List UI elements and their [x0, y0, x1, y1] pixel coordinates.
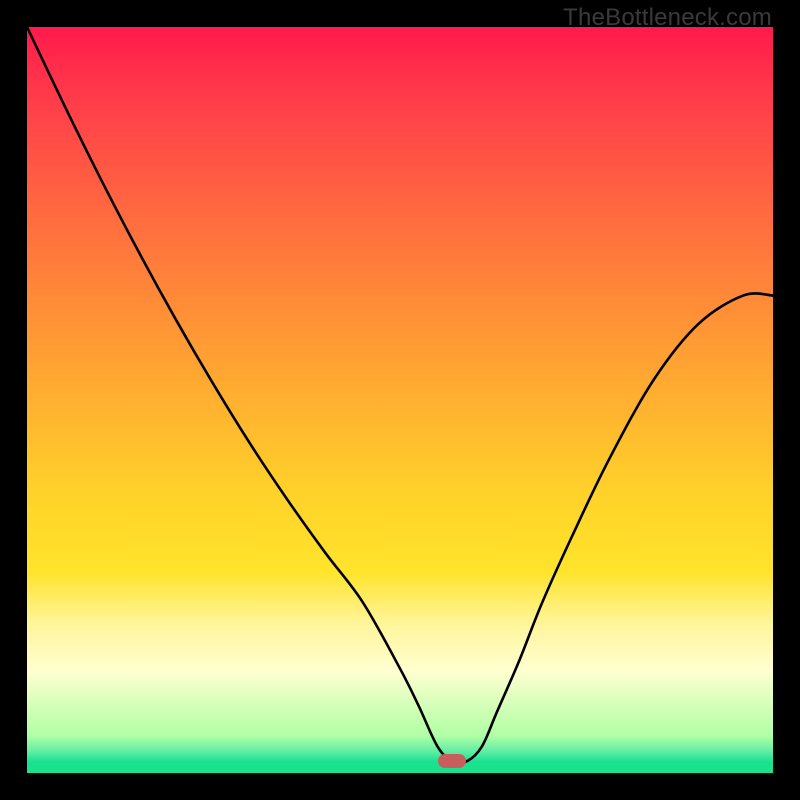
bottleneck-curve	[27, 27, 773, 773]
plot-area	[27, 27, 773, 773]
chart-frame: TheBottleneck.com	[0, 0, 800, 800]
attribution-text: TheBottleneck.com	[563, 4, 772, 32]
optimum-marker	[438, 754, 466, 768]
